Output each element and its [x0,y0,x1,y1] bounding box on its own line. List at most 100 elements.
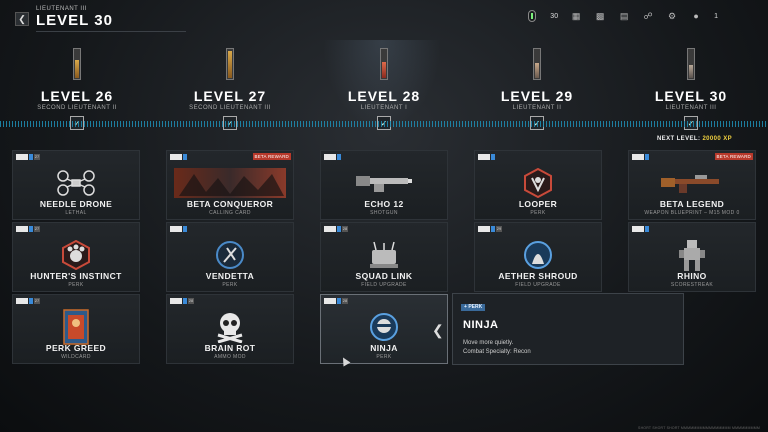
reward-card[interactable]: 27 PERK GREED WILDCARD [12,294,140,364]
wildcard-icon [13,309,139,345]
rank-badge-icon [380,48,388,80]
badge-fill [75,60,79,78]
reward-card[interactable]: VENDETTA PERK [166,222,294,292]
card-type: FIELD UPGRADE [515,282,561,288]
card-type: CALLING CARD [209,210,251,216]
level-28[interactable]: LEVEL 28 LIEUTENANT I ✓ [329,48,439,130]
card-type: PERK [530,210,546,216]
badge-fill [535,63,539,78]
rank-badge-icon [226,48,234,80]
card-type: FIELD UPGRADE [361,282,407,288]
card-name: PERK GREED [45,343,107,353]
device-icon [321,237,447,273]
chevron-left-icon[interactable]: ❮ [432,322,444,339]
level-number: LEVEL 26 [40,88,114,104]
lock-icon[interactable]: ☍ [642,11,654,21]
reward-card[interactable]: 28 SQUAD LINK FIELD UPGRADE [320,222,448,292]
party-icon[interactable]: ● [690,11,702,21]
reward-card[interactable]: ECHO 12 SHOTGUN [320,150,448,220]
reward-card[interactable]: BETA REWARD BETA CONQUEROR CALLING CARD [166,150,294,220]
level-rank: LIEUTENANT III [665,105,717,111]
card-name: BETA LEGEND [659,199,725,209]
bo-tag: 28 [324,298,348,304]
card-name: AETHER SHROUD [498,271,578,281]
settings-gear-icon[interactable]: ⚙ [666,11,678,21]
level-rank: SECOND LIEUTENANT III [189,105,271,111]
header-divider [36,31,186,32]
bo-tag: 28 [324,226,348,232]
reward-card-selected[interactable]: 28 NINJA PERK [320,294,448,364]
tooltip-title: NINJA [463,319,499,331]
drone-icon [13,165,139,201]
grid-menu-icon[interactable]: ▦ [570,11,582,21]
card-type: SHOTGUN [370,210,398,216]
level-number: LEVEL 27 [193,88,267,104]
beta-reward-badge: BETA REWARD [252,153,291,160]
bo-tag: 27 [16,298,40,304]
level-27[interactable]: LEVEL 27 SECOND LIEUTENANT III ✓ [175,48,285,130]
badge-fill [689,64,693,78]
card-name: LOOPER [518,199,558,209]
reward-card[interactable]: 29 AETHER SHROUD FIELD UPGRADE [474,222,602,292]
card-type: AMMO MOD [214,354,246,360]
badge-fill [382,61,386,78]
rank-badge-icon [73,48,81,80]
card-type: SCORESTREAK [670,282,714,288]
perk-round-icon [167,237,293,273]
store-icon[interactable]: ▤ [618,11,630,21]
reward-card[interactable]: 27 NEEDLE DRONE LETHAL [12,150,140,220]
battery-icon [526,10,538,22]
rank-badge-icon [533,48,541,80]
rifle-icon [629,165,755,201]
card-name: BETA CONQUEROR [186,199,274,209]
perk-hex-red-icon [13,237,139,273]
back-button[interactable]: ❮ [15,12,29,26]
card-name: RHINO [677,271,707,281]
wallet-icon[interactable]: ▩ [594,11,606,21]
tooltip-tag: + PERK [461,304,486,311]
level-number: LEVEL 29 [500,88,574,104]
bo-tag: 27 [16,154,40,160]
level-29[interactable]: LEVEL 29 LIEUTENANT II ✓ [482,48,592,130]
bo-tag [170,154,187,160]
card-name: NINJA [370,343,398,353]
level-26[interactable]: LEVEL 26 SECOND LIEUTENANT II ✓ [22,48,132,130]
level-number: LEVEL 30 [654,88,728,104]
bo-tag [632,226,649,232]
perk-hex-icon [475,165,601,201]
reward-card[interactable]: 27 HUNTER'S INSTINCT PERK [12,222,140,292]
bo-tag: 29 [478,226,502,232]
next-level-xp: 20000 XP [702,136,732,142]
card-type: WEAPON BLUEPRINT – M15 MOD 0 [644,210,740,216]
reward-card[interactable]: RHINO SCORESTREAK [628,222,756,292]
card-type: PERK [222,282,238,288]
card-type: PERK [68,282,84,288]
level-rank: LIEUTENANT II [512,105,562,111]
party-count: 1 [714,12,718,20]
bo-tag [170,226,187,232]
bo-tag: 28 [170,298,194,304]
level-rank: LIEUTENANT I [360,105,408,111]
perk-tooltip: + PERK NINJA Move more quietly. Combat S… [452,293,684,365]
bo-tag [478,154,495,160]
badge-fill [228,51,232,78]
bo-tag [632,154,649,160]
chevron-left-icon: ❮ [18,13,26,24]
card-name: BRAIN ROT [204,343,256,353]
next-level-info: NEXT LEVEL: 20000 XP [657,136,732,142]
rank-badge-icon [687,48,695,80]
reward-card[interactable]: BETA REWARD BETA LEGEND WEAPON BLUEPRINT… [628,150,756,220]
shroud-icon [475,237,601,273]
footer-legal-text: SHORT SHORT SHORT MMMMMMMMMMMMMMMM MMMMM… [638,426,760,430]
page-title: LEVEL 30 [36,12,113,29]
card-name: SQUAD LINK [355,271,413,281]
reward-card[interactable]: LOOPER PERK [474,150,602,220]
beta-reward-badge: BETA REWARD [714,153,753,160]
reward-card[interactable]: 28 BRAIN ROT AMMO MOD [166,294,294,364]
card-type: LETHAL [65,210,87,216]
skull-icon [167,309,293,345]
level-30[interactable]: LEVEL 30 LIEUTENANT III ✓ [636,48,746,130]
ninja-icon [321,309,447,345]
mech-icon [629,237,755,273]
tooltip-description: Move more quietly. Combat Specialty: Rec… [463,340,531,355]
